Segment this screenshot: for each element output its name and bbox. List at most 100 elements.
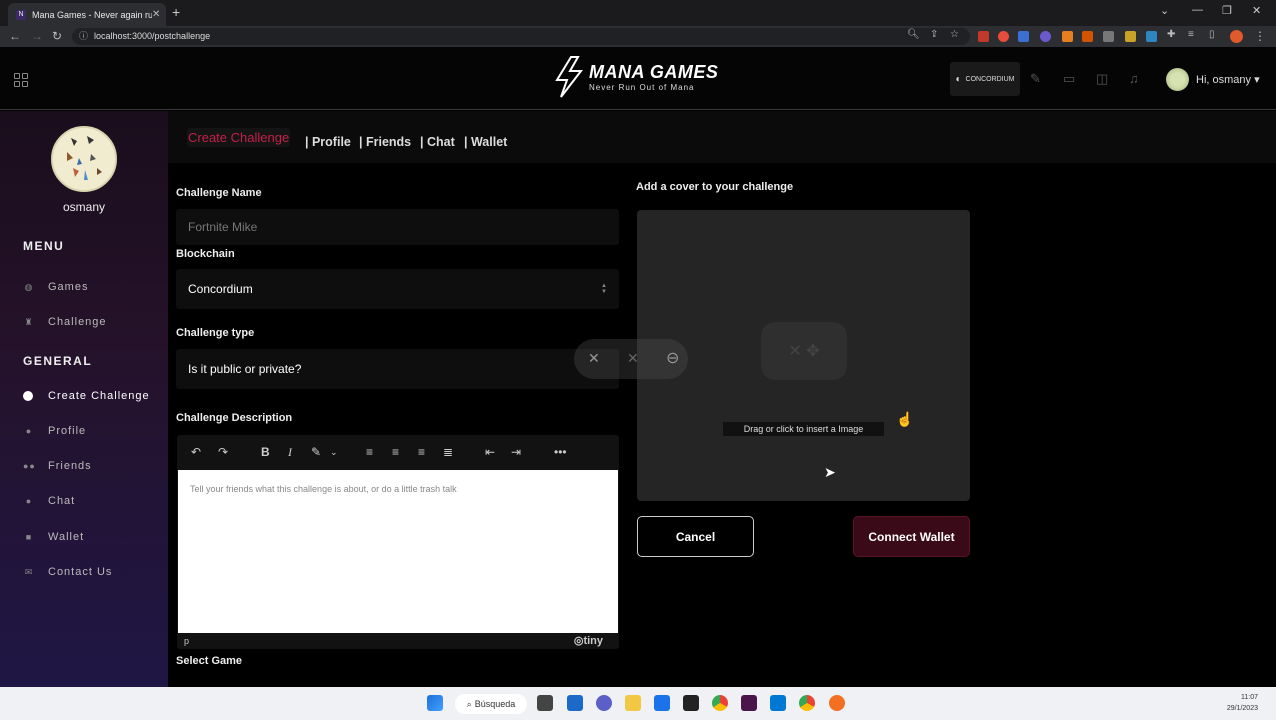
- concordium-wallet-badge[interactable]: ◐ CONCORDIUM: [950, 62, 1020, 96]
- browser-menu-icon[interactable]: ⋮: [1254, 29, 1266, 43]
- tab-friends[interactable]: | Friends: [359, 135, 411, 149]
- sidebar-item-create-challenge[interactable]: Create Challenge: [23, 390, 150, 402]
- extension-icon[interactable]: [998, 31, 1009, 42]
- align-left-icon[interactable]: ≡: [366, 445, 373, 459]
- tab-profile[interactable]: | Profile: [305, 135, 351, 149]
- redo-icon[interactable]: ↷: [218, 445, 228, 459]
- zoom-icon[interactable]: 🔍︎: [907, 29, 920, 40]
- user-menu[interactable]: Hi, osmany ▾: [1196, 73, 1260, 86]
- extension-icon[interactable]: [1062, 31, 1073, 42]
- chat-app-icon[interactable]: [596, 695, 612, 711]
- new-tab-icon[interactable]: +: [172, 4, 180, 20]
- connect-wallet-button[interactable]: Connect Wallet: [853, 516, 970, 557]
- feather-icon[interactable]: ✎: [1030, 71, 1041, 87]
- chrome-icon[interactable]: [712, 695, 728, 711]
- mana-games-logo[interactable]: MANA GAMES Never Run Out of Mana: [553, 56, 718, 98]
- sidebar-item-friends[interactable]: ●● Friends: [23, 460, 92, 472]
- avatar[interactable]: [1166, 68, 1189, 91]
- blockchain-select[interactable]: Concordium ▲ ▼: [176, 269, 619, 309]
- app-icon[interactable]: [829, 695, 845, 711]
- sidebar-item-profile[interactable]: ● Profile: [23, 425, 86, 437]
- apps-grid-icon[interactable]: [14, 73, 28, 87]
- extension-icon[interactable]: [1146, 31, 1157, 42]
- tiny-brand[interactable]: ◎tiny: [574, 634, 603, 647]
- forward-icon[interactable]: →: [31, 29, 43, 43]
- back-icon[interactable]: ←: [9, 29, 21, 43]
- reload-icon[interactable]: ↻: [52, 29, 62, 43]
- justify-icon[interactable]: ≣: [443, 445, 453, 459]
- logo-title: MANA GAMES: [589, 62, 719, 82]
- file-explorer-icon[interactable]: [625, 695, 641, 711]
- tab-search-icon[interactable]: ⌄: [1160, 4, 1169, 17]
- more-icon[interactable]: •••: [554, 445, 567, 459]
- bookmark-star-icon[interactable]: ☆: [950, 29, 959, 40]
- taskbar-search[interactable]: ⌕ Búsqueda: [455, 694, 527, 714]
- outdent-icon[interactable]: ⇤: [485, 445, 495, 459]
- undo-icon[interactable]: ↶: [191, 445, 201, 459]
- terminal-icon[interactable]: [683, 695, 699, 711]
- mail-app-icon[interactable]: [654, 695, 670, 711]
- highlight-icon[interactable]: ✎: [311, 445, 321, 459]
- sidebar-item-games[interactable]: ◍ Games: [23, 281, 88, 293]
- sidebar-item-wallet[interactable]: ■ Wallet: [23, 531, 84, 543]
- close-window-icon[interactable]: ✕: [1252, 4, 1261, 17]
- chevron-down-icon[interactable]: ⌄: [330, 447, 338, 458]
- message-icon[interactable]: ▭: [1063, 71, 1075, 87]
- minimize-icon[interactable]: —: [1192, 4, 1203, 16]
- unpin-icon[interactable]: ✕: [588, 350, 600, 367]
- close-tab-icon[interactable]: ✕: [152, 9, 166, 20]
- reading-list-icon[interactable]: ≡: [1188, 29, 1194, 40]
- windows-start-icon[interactable]: [427, 695, 443, 711]
- share-icon[interactable]: ⇪: [930, 29, 938, 40]
- cancel-button[interactable]: Cancel: [637, 516, 754, 557]
- extension-icon[interactable]: [1125, 31, 1136, 42]
- sidebar-item-chat[interactable]: ● Chat: [23, 495, 75, 507]
- extension-icon[interactable]: [1040, 31, 1051, 42]
- gamepad-icon: ◍: [24, 281, 34, 292]
- side-panel-icon[interactable]: ▯: [1209, 29, 1215, 40]
- minus-circle-icon[interactable]: ⊖: [666, 348, 679, 368]
- editor-body[interactable]: Tell your friends what this challenge is…: [178, 470, 618, 633]
- extension-icon[interactable]: [1018, 31, 1029, 42]
- extension-icon[interactable]: [1103, 31, 1114, 42]
- sidebar-item-contact-us[interactable]: ✉ Contact Us: [23, 566, 112, 578]
- challenge-type-select[interactable]: Is it public or private?: [176, 349, 619, 389]
- greeting-text: Hi, osmany: [1196, 74, 1252, 86]
- extension-icon[interactable]: [1082, 31, 1093, 42]
- tab-wallet[interactable]: | Wallet: [464, 135, 507, 149]
- widgets-icon[interactable]: [567, 695, 583, 711]
- profile-avatar-icon[interactable]: [1230, 30, 1243, 43]
- sidebar-item-label: Wallet: [48, 531, 85, 543]
- task-view-icon[interactable]: [537, 695, 553, 711]
- browser-tab[interactable]: N Mana Games - Never again run o ✕: [8, 3, 166, 26]
- tiny-brand-text: tiny: [583, 635, 603, 647]
- slack-icon[interactable]: [741, 695, 757, 711]
- italic-icon[interactable]: I: [288, 445, 292, 460]
- vscode-icon[interactable]: [770, 695, 786, 711]
- indent-icon[interactable]: ⇥: [511, 445, 521, 459]
- tab-chat[interactable]: | Chat: [420, 135, 455, 149]
- tab-create-challenge[interactable]: Create Challenge: [187, 128, 291, 147]
- chrome-icon[interactable]: [799, 695, 815, 711]
- challenge-top-nav: Create Challenge | Profile | Friends | C…: [168, 111, 1276, 163]
- url-input[interactable]: ⓘ localhost:3000/postchallenge: [72, 28, 970, 45]
- extensions-puzzle-icon[interactable]: ✚: [1167, 29, 1175, 40]
- taskbar-search-label: Búsqueda: [474, 699, 516, 709]
- profile-avatar[interactable]: [51, 126, 117, 192]
- extension-icon[interactable]: [978, 31, 989, 42]
- maximize-icon[interactable]: ❐: [1222, 4, 1232, 17]
- mute-icon[interactable]: ✕: [627, 350, 639, 367]
- sidebar-item-challenge[interactable]: ♜ Challenge: [23, 316, 107, 328]
- align-center-icon[interactable]: ≡: [392, 445, 399, 459]
- taskbar-clock[interactable]: 11:07 29/1/2023: [1227, 692, 1258, 714]
- align-right-icon[interactable]: ≡: [418, 445, 425, 459]
- hand-cursor-icon: ☝: [896, 411, 914, 427]
- bag-icon[interactable]: ◫: [1096, 71, 1108, 87]
- gamepad-placeholder-icon: ✕ ✥: [761, 322, 847, 380]
- bell-icon[interactable]: ♫: [1129, 71, 1139, 86]
- challenge-name-placeholder: Fortnite Mike: [188, 220, 258, 234]
- bold-icon[interactable]: B: [261, 445, 270, 459]
- challenge-name-input[interactable]: Fortnite Mike: [176, 209, 619, 245]
- select-arrows-icon: ▲ ▼: [601, 283, 607, 295]
- site-info-icon[interactable]: ⓘ: [79, 28, 88, 45]
